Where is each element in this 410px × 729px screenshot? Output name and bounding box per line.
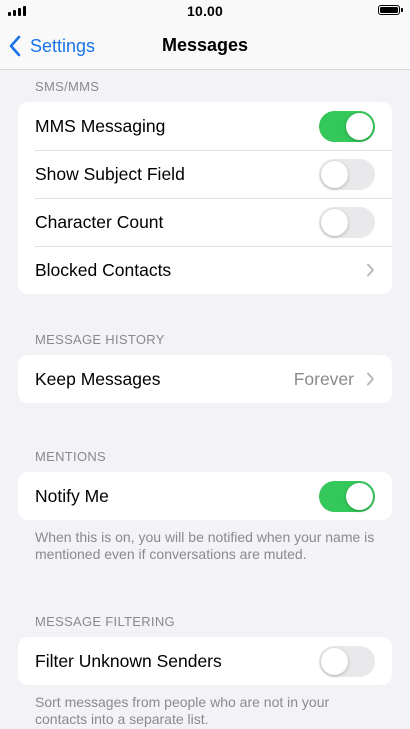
section-header-sms-mms: SMS/MMS bbox=[35, 79, 100, 94]
toggle-knob bbox=[346, 483, 373, 510]
status-bar: 10.00 bbox=[0, 0, 410, 22]
notify-me-toggle[interactable] bbox=[319, 481, 375, 512]
row-keep-messages[interactable]: Keep Messages Forever bbox=[18, 355, 392, 403]
show-subject-field-toggle[interactable] bbox=[319, 159, 375, 190]
row-label: MMS Messaging bbox=[35, 115, 166, 136]
chevron-right-icon bbox=[367, 263, 374, 277]
row-label: Blocked Contacts bbox=[35, 259, 172, 280]
section-header-mentions: MENTIONS bbox=[35, 449, 107, 464]
row-label: Filter Unknown Senders bbox=[35, 650, 222, 671]
message-filtering-footer-note: Sort messages from people who are not in… bbox=[35, 694, 330, 727]
settings-group-message-filtering: Filter Unknown Senders bbox=[18, 637, 392, 685]
row-show-subject-field[interactable]: Show Subject Field bbox=[18, 150, 392, 198]
chevron-right-icon bbox=[367, 372, 374, 386]
filter-unknown-senders-toggle[interactable] bbox=[319, 646, 375, 677]
section-header-message-filtering: MESSAGE FILTERING bbox=[35, 614, 175, 629]
navigation-bar: Settings Messages bbox=[0, 22, 410, 70]
settings-group-sms-mms: MMS Messaging Show Subject Field Charact… bbox=[18, 102, 392, 294]
row-filter-unknown-senders[interactable]: Filter Unknown Senders bbox=[18, 637, 392, 685]
row-mms-messaging[interactable]: MMS Messaging bbox=[18, 102, 392, 150]
row-label: Notify Me bbox=[35, 485, 109, 506]
toggle-knob bbox=[321, 161, 348, 188]
battery-full-icon bbox=[378, 5, 403, 15]
row-blocked-contacts[interactable]: Blocked Contacts bbox=[18, 246, 392, 294]
row-label: Character Count bbox=[35, 211, 164, 232]
mentions-footer-note: When this is on, you will be notified wh… bbox=[35, 529, 375, 562]
row-label: Keep Messages bbox=[35, 368, 161, 389]
toggle-knob bbox=[346, 113, 373, 140]
row-label: Show Subject Field bbox=[35, 163, 185, 184]
keep-messages-value: Forever bbox=[293, 369, 354, 389]
toggle-knob bbox=[321, 209, 348, 236]
section-header-message-history: MESSAGE HISTORY bbox=[35, 332, 165, 347]
status-time: 10.00 bbox=[186, 3, 224, 19]
toggle-knob bbox=[321, 648, 348, 675]
settings-group-mentions: Notify Me bbox=[18, 472, 392, 520]
character-count-toggle[interactable] bbox=[319, 207, 375, 238]
page-title: Messages bbox=[161, 35, 249, 55]
settings-group-message-history: Keep Messages Forever bbox=[18, 355, 392, 403]
row-notify-me[interactable]: Notify Me bbox=[18, 472, 392, 520]
row-character-count[interactable]: Character Count bbox=[18, 198, 392, 246]
mms-messaging-toggle[interactable] bbox=[319, 111, 375, 142]
